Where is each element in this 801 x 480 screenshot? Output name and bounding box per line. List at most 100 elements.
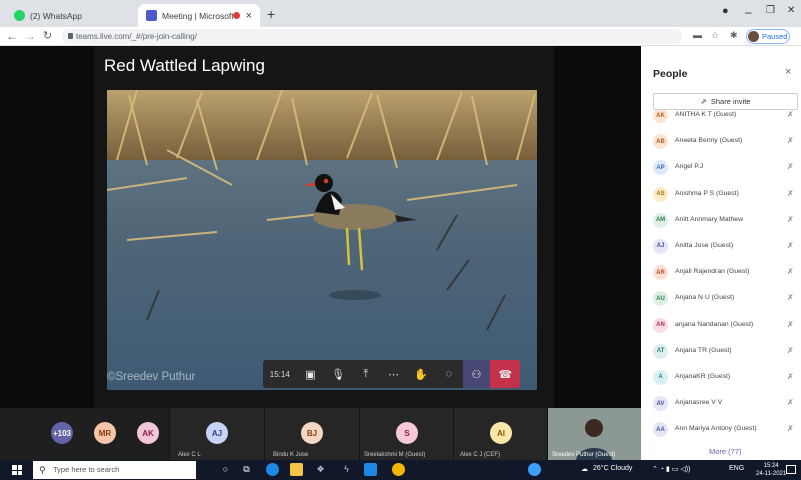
list-item[interactable]: AT Anjana TR (Guest) ✗ — [641, 338, 801, 364]
weather-icon: ☁ — [581, 466, 588, 473]
taskbar-clock[interactable]: 15:24 24-11-2021 — [756, 462, 786, 478]
search-icon: ⚲ — [39, 465, 46, 475]
clock-time: 15:24 — [763, 463, 779, 469]
windows-start-icon[interactable] — [12, 465, 22, 475]
more-actions-icon[interactable]: ⋯ — [380, 360, 408, 388]
person-name: AnjanaKR (Guest) — [675, 372, 731, 380]
mic-off-icon: ✗ — [787, 110, 794, 119]
extensions-icon[interactable]: ✱ — [730, 30, 738, 41]
list-item[interactable]: AA Ann Mariya Antony (Guest) ✗ — [641, 416, 801, 442]
recording-dot-icon — [232, 12, 240, 19]
chat-icon[interactable]: ◌ — [435, 360, 463, 388]
cortana-icon[interactable]: ○ — [219, 463, 232, 476]
new-tab-button[interactable]: + — [267, 6, 275, 22]
avatar: AJ — [653, 238, 668, 254]
app-icon[interactable] — [528, 463, 541, 476]
person-name: Angel P.J — [675, 163, 704, 171]
camera-off-icon[interactable]: ▣ — [297, 360, 325, 388]
profile-button[interactable]: Paused — [746, 29, 790, 44]
bookmark-star-icon[interactable]: ☆ — [711, 30, 719, 41]
mic-off-icon: ✗ — [787, 293, 794, 303]
profile-status: Paused — [762, 32, 788, 41]
whatsapp-icon — [14, 10, 25, 21]
list-item[interactable]: AU Anjana N U (Guest) ✗ — [641, 285, 801, 311]
avatar: S — [396, 422, 418, 444]
mic-off-icon: ✗ — [787, 240, 794, 250]
person-name: ANITHA K T (Guest) — [675, 111, 737, 118]
teams-taskbar-icon[interactable] — [364, 463, 377, 476]
system-tray-icons[interactable]: ⌃ ◔ ▮ ▭ ◁)) — [652, 465, 690, 473]
mic-off-icon[interactable]: 🎙 — [324, 360, 352, 388]
person-name: Anitt Annmary Mathew — [675, 215, 743, 223]
list-item[interactable]: AV Anjanasree V V ✗ — [641, 390, 801, 416]
mic-off-icon: ✗ — [787, 319, 794, 329]
tab-title: (2) WhatsApp — [30, 10, 82, 21]
list-item[interactable]: AM Anitt Annmary Mathew ✗ — [641, 207, 801, 233]
list-item[interactable]: AB Aneeta Benny (Guest) ✗ — [641, 128, 801, 154]
person-name: Anjana N U (Guest) — [675, 294, 735, 302]
mic-off-icon: ✗ — [787, 136, 794, 146]
list-item[interactable]: AS Anishma P S (Guest) ✗ — [641, 181, 801, 207]
participant-tile[interactable]: AJ Alex C L — [170, 408, 265, 460]
participants-icon[interactable]: ⚇ — [462, 360, 491, 388]
participant-tile[interactable]: S Sreelakshmi M (Guest) — [360, 408, 454, 460]
task-view-icon[interactable]: ⧉ — [240, 463, 253, 476]
cast-icon[interactable]: ▬ — [693, 30, 702, 40]
avatar: AS — [653, 186, 668, 202]
chrome-icon[interactable] — [392, 463, 405, 476]
raise-hand-icon[interactable]: ✋ — [407, 360, 435, 388]
tab-whatsapp[interactable]: (2) WhatsApp — [6, 4, 156, 27]
tab-teams-meeting[interactable]: Meeting | Microsoft Teams × — [138, 4, 260, 27]
share-invite-button[interactable]: ⇗ Share invite — [653, 93, 798, 110]
avatar: AM — [653, 212, 668, 228]
list-item[interactable]: AJ Anitta Jose (Guest) ✗ — [641, 233, 801, 259]
back-icon[interactable]: ← — [6, 29, 18, 43]
call-controls-bar: 15:14 ▣ 🎙 ⤒ ⋯ ✋ ◌ ⚇ ☎ — [263, 360, 520, 388]
avatar: AT — [653, 343, 668, 359]
share-screen-icon[interactable]: ⤒ — [352, 360, 380, 388]
presenter-video[interactable]: Sreedev Puthur (Guest) — [548, 408, 641, 460]
maximize-button[interactable]: ❐ — [766, 5, 775, 16]
language-indicator[interactable]: ENG — [729, 465, 744, 472]
slide-title: Red Wattled Lapwing — [104, 56, 265, 75]
participant-tile-overflow[interactable]: +103 MR AK — [0, 408, 170, 460]
participant-tile[interactable]: AI Alex C J (CEF) — [454, 408, 548, 460]
hang-up-button[interactable]: ☎ — [490, 360, 520, 388]
url-text: teams.live.com/_#/pre-join-calling/ — [76, 32, 197, 41]
person-name: Aneeta Benny (Guest) — [675, 137, 743, 145]
more-people-link[interactable]: More (77) — [709, 447, 742, 456]
participant-name: Alex C L — [178, 452, 201, 458]
edge-icon[interactable] — [266, 463, 279, 476]
list-item[interactable]: A AnjanaKR (Guest) ✗ — [641, 364, 801, 390]
person-name: Anishma P S (Guest) — [675, 189, 739, 197]
list-item[interactable]: AR Anjali Rajendran (Guest) ✗ — [641, 259, 801, 285]
person-name: Anitta Jose (Guest) — [675, 241, 734, 249]
weather-text[interactable]: 26°C Cloudy — [593, 465, 632, 472]
file-explorer-icon[interactable] — [290, 463, 303, 476]
taskbar-search-input[interactable]: ⚲ Type here to search — [33, 461, 196, 479]
mic-off-icon: ✗ — [787, 214, 794, 224]
account-icon[interactable]: ● — [722, 5, 729, 17]
forward-icon[interactable]: → — [24, 29, 36, 43]
participant-tile[interactable]: BJ Bindu K Jose — [265, 408, 360, 460]
teams-icon — [146, 10, 157, 21]
address-bar: ← → ↻ teams.live.com/_#/pre-join-calling… — [0, 27, 801, 46]
close-panel-icon[interactable]: × — [785, 66, 791, 78]
photo-credit: ©Sreedev Puthur — [107, 371, 196, 383]
mic-off-icon: ✗ — [787, 371, 794, 381]
url-input[interactable]: teams.live.com/_#/pre-join-calling/ — [62, 29, 682, 44]
notification-icon[interactable] — [786, 465, 796, 474]
reload-icon[interactable]: ↻ — [43, 29, 52, 42]
list-item[interactable]: AP Angel P.J ✗ — [641, 154, 801, 180]
tab-title: Meeting | Microsoft Teams — [162, 10, 233, 21]
participant-name: Sreelakshmi M (Guest) — [364, 452, 426, 458]
close-window-button[interactable]: ✕ — [787, 5, 795, 16]
list-item[interactable]: AN anjana Nandanan (Guest) ✗ — [641, 312, 801, 338]
dropbox-icon[interactable]: ❖ — [314, 463, 327, 476]
share-invite-label: Share invite — [710, 97, 751, 106]
minimize-button[interactable]: – — [745, 5, 752, 19]
close-tab-icon[interactable]: × — [246, 10, 252, 22]
flash-app-icon[interactable]: ϟ — [340, 463, 353, 476]
mic-off-icon: ✗ — [787, 188, 794, 198]
avatar: AJ — [206, 422, 228, 444]
